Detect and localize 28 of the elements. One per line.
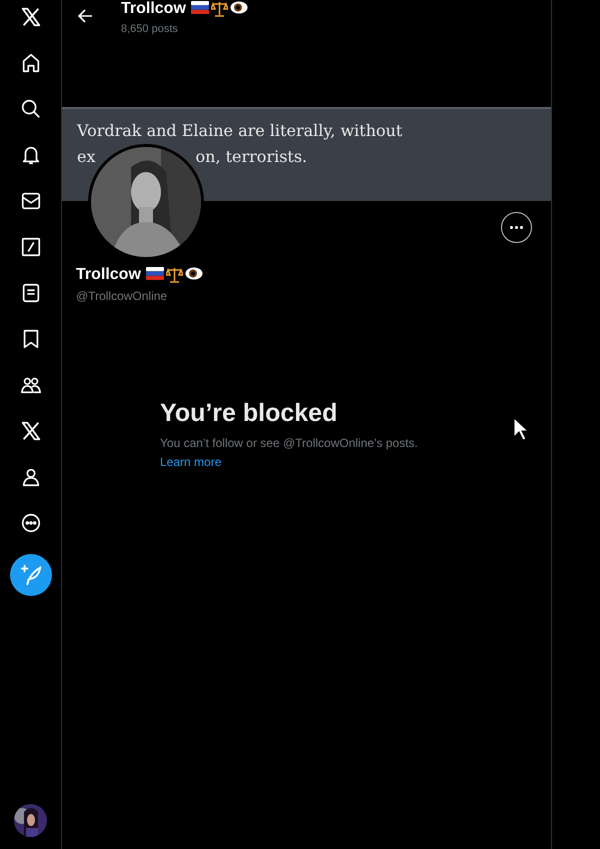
- x-logo-icon[interactable]: [20, 420, 42, 442]
- slash-square-icon[interactable]: [20, 236, 42, 258]
- blocked-title: You’re blocked: [160, 398, 338, 428]
- banner-text: on, terrorists.: [196, 146, 308, 168]
- blocked-message: You can’t follow or see @TrollcowOnline’s posts.: [160, 435, 418, 452]
- cursor-icon: [513, 417, 528, 441]
- eye-icon: [230, 1, 248, 14]
- banner-text: Vordrak and Elaine are literally, without: [77, 120, 402, 142]
- eye-icon: [184, 267, 203, 280]
- feather-plus-icon: [20, 564, 42, 586]
- more-button[interactable]: [501, 212, 532, 243]
- learn-more-link[interactable]: Learn more: [160, 453, 222, 471]
- flag-icon: [190, 1, 209, 14]
- post-count: 8,650 posts: [121, 22, 179, 37]
- x-logo-icon[interactable]: [20, 6, 42, 28]
- scales-icon: [210, 1, 228, 17]
- banner-text: ex: [77, 146, 96, 168]
- compose-button[interactable]: [10, 554, 52, 596]
- back-arrow-icon[interactable]: [78, 9, 93, 23]
- search-icon[interactable]: [20, 98, 42, 120]
- more-icon: [510, 226, 523, 229]
- envelope-icon[interactable]: [20, 190, 42, 212]
- profile-handle: @TrollcowOnline: [76, 288, 168, 305]
- more-icon[interactable]: [20, 512, 42, 534]
- profile-name: Trollcow: [76, 266, 141, 284]
- profile-name: Trollcow: [121, 0, 186, 18]
- scales-icon: [166, 267, 183, 283]
- flag-icon: [146, 267, 164, 280]
